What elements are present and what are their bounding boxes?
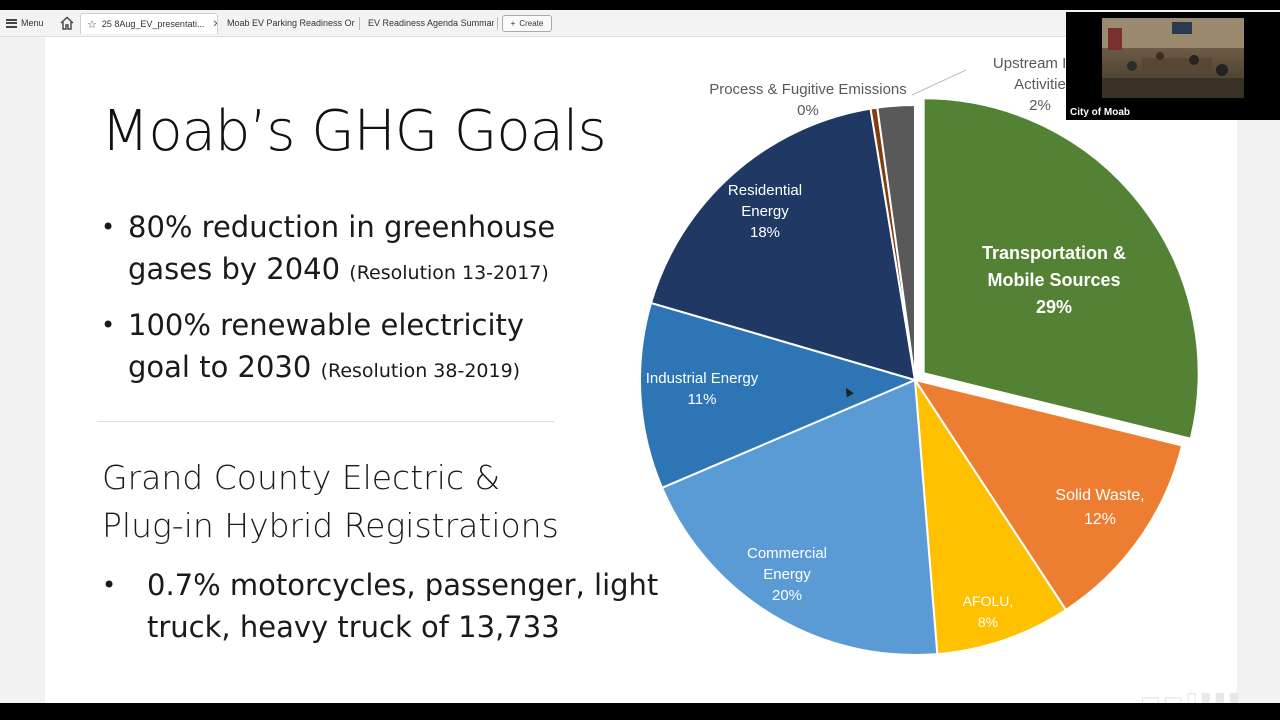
slide-viewer: Moab’s GHG Goals • 80% reduction in gree… — [0, 37, 1280, 712]
tab-separator — [497, 17, 498, 30]
menu-button[interactable]: Menu — [6, 14, 44, 32]
leader-line — [911, 69, 967, 96]
meeting-video-feed — [1102, 18, 1244, 98]
menu-label: Menu — [21, 18, 44, 28]
create-button[interactable]: + Create — [502, 15, 552, 32]
star-icon[interactable]: ☆ — [87, 18, 97, 31]
ghg-pie-chart: Transportation & Mobile Sources 29%Solid W… — [639, 55, 1200, 656]
council-room-image — [1102, 18, 1244, 98]
close-icon[interactable]: ✕ — [212, 19, 217, 30]
home-button[interactable] — [58, 14, 76, 32]
tab-agenda-summary[interactable]: EV Readiness Agenda Summary... — [368, 13, 494, 33]
tab-label: EV Readiness Agenda Summary... — [368, 18, 494, 28]
pie-slice-transportation-mobile-sources — [922, 97, 1200, 440]
home-icon — [60, 16, 74, 30]
create-label: Create — [519, 19, 544, 28]
bottom-bar — [0, 703, 1280, 720]
tab-label: 25 8Aug_EV_presentati... — [101, 19, 205, 29]
video-label: City of Moab — [1070, 107, 1130, 118]
video-thumbnail[interactable]: City of Moab — [1066, 12, 1280, 120]
tab-parking-ordinance[interactable]: Moab EV Parking Readiness Ord... — [227, 13, 355, 33]
plus-icon: + — [510, 19, 516, 28]
tab-separator — [359, 17, 360, 30]
tab-label: Moab EV Parking Readiness Ord... — [227, 18, 355, 28]
hamburger-icon — [6, 18, 17, 28]
tab-presentation[interactable]: ☆ 25 8Aug_EV_presentati... ✕ — [80, 13, 218, 34]
